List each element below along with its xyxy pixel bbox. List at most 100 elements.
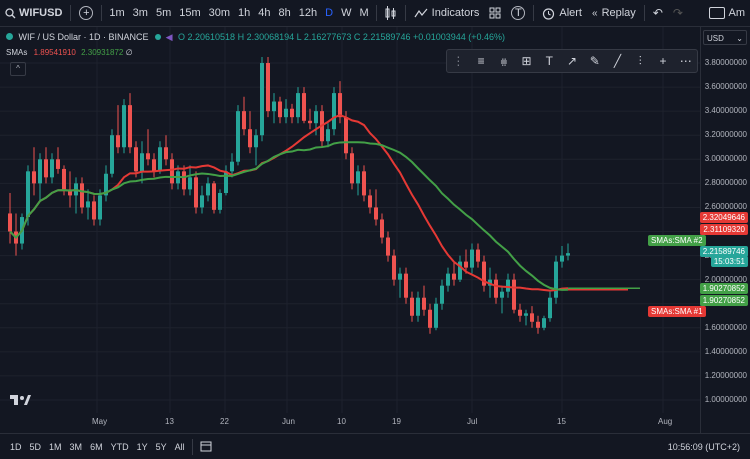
timeframe-3m[interactable]: 3m bbox=[129, 7, 152, 19]
timeframe-5m[interactable]: 5m bbox=[152, 7, 175, 19]
sma-legend-value-1: 1.89541910 bbox=[34, 48, 76, 57]
redo-button[interactable]: ↷ bbox=[668, 0, 688, 26]
candle-body bbox=[134, 147, 138, 171]
candle-body bbox=[506, 280, 510, 292]
candle bbox=[566, 244, 570, 261]
candle-body bbox=[92, 201, 96, 219]
candle bbox=[272, 93, 276, 123]
timeframe-1m[interactable]: 1m bbox=[105, 7, 128, 19]
indicators-button[interactable]: Indicators bbox=[409, 0, 485, 26]
candle-body bbox=[554, 262, 558, 298]
timeframe-30m[interactable]: 30m bbox=[205, 7, 234, 19]
timeframe-12h[interactable]: 12h bbox=[295, 7, 321, 19]
clock-timezone[interactable]: 10:56:09 (UTC+2) bbox=[664, 442, 744, 452]
goto-date-button[interactable] bbox=[196, 440, 216, 454]
candle-body bbox=[452, 274, 456, 280]
candle-body bbox=[122, 105, 126, 147]
candle-body bbox=[272, 102, 276, 112]
indicators-label: Indicators bbox=[432, 7, 480, 19]
symbol-search[interactable]: WIFUSD bbox=[0, 0, 67, 26]
text-tool-icon[interactable]: T bbox=[538, 54, 561, 68]
range-5y[interactable]: 5Y bbox=[152, 442, 171, 452]
timeframe-4h[interactable]: 4h bbox=[254, 7, 274, 19]
candle bbox=[80, 177, 84, 213]
time-axis[interactable]: May1322Jun1019Jul15Aug bbox=[0, 412, 700, 433]
candle bbox=[152, 153, 156, 177]
candle bbox=[128, 93, 132, 153]
publish-icon[interactable]: ◀ bbox=[166, 32, 173, 42]
cross-line-icon[interactable]: + bbox=[652, 54, 675, 68]
candle-body bbox=[140, 153, 144, 171]
candle-body bbox=[344, 117, 348, 153]
timeframe-8h[interactable]: 8h bbox=[275, 7, 295, 19]
divider bbox=[533, 5, 534, 21]
trend-lines-icon[interactable]: ≡ bbox=[470, 54, 493, 68]
timeframe-D[interactable]: D bbox=[321, 7, 337, 19]
vertical-line-icon[interactable]: ⫶ bbox=[629, 54, 652, 69]
timeframe-W[interactable]: W bbox=[337, 7, 355, 19]
candle-body bbox=[368, 195, 372, 207]
candle bbox=[332, 87, 336, 135]
sma2-price-label-bottom: 2.31109320 bbox=[700, 224, 748, 235]
candle-body bbox=[500, 292, 504, 298]
candle-body bbox=[116, 135, 120, 147]
candle bbox=[368, 189, 372, 213]
sma-legend-name: SMAs bbox=[6, 48, 27, 57]
candle-body bbox=[332, 93, 336, 129]
compare-symbol-button[interactable]: + bbox=[74, 0, 98, 26]
range-1m[interactable]: 1M bbox=[45, 442, 66, 452]
bottom-toolbar: 1D5D1M3M6MYTD1Y5YAll 10:56:09 (UTC+2) bbox=[0, 433, 750, 459]
collapse-icon[interactable] bbox=[6, 33, 13, 40]
candle-body bbox=[38, 159, 42, 183]
range-1d[interactable]: 1D bbox=[6, 442, 26, 452]
measure-icon[interactable]: ↗ bbox=[561, 54, 584, 68]
candle bbox=[122, 99, 126, 153]
indicators-icon bbox=[414, 7, 428, 19]
candle bbox=[422, 286, 426, 316]
candle-body bbox=[218, 193, 222, 210]
time-tick-label: 15 bbox=[557, 417, 566, 426]
redo-icon: ↷ bbox=[673, 6, 683, 20]
candle-body bbox=[338, 93, 342, 117]
currency-select[interactable]: USD ⌄ bbox=[703, 30, 747, 45]
undo-button[interactable]: ↶ bbox=[648, 0, 668, 26]
range-5d[interactable]: 5D bbox=[26, 442, 46, 452]
account-button[interactable]: Am bbox=[704, 0, 750, 26]
sma-legend[interactable]: SMAs 1.89541910 2.30931872 ∅ bbox=[6, 48, 133, 57]
chart-type-button[interactable] bbox=[380, 0, 402, 26]
templates-button[interactable]: T bbox=[506, 0, 530, 26]
range-3m[interactable]: 3M bbox=[66, 442, 87, 452]
candle-body bbox=[362, 171, 366, 195]
settings-dots-icon[interactable]: ⋯ bbox=[674, 54, 697, 68]
plus-icon: + bbox=[79, 6, 93, 20]
timeframe-1h[interactable]: 1h bbox=[234, 7, 254, 19]
layouts-button[interactable] bbox=[484, 0, 506, 26]
brush-icon[interactable]: ✎ bbox=[583, 54, 606, 68]
timeframe-15m[interactable]: 15m bbox=[175, 7, 204, 19]
divider bbox=[376, 5, 377, 21]
fib-tool-icon[interactable]: ⩷ bbox=[492, 54, 515, 69]
range-ytd[interactable]: YTD bbox=[107, 442, 133, 452]
collapse-legend-button[interactable]: ^ bbox=[10, 62, 26, 76]
range-1y[interactable]: 1Y bbox=[133, 442, 152, 452]
alert-button[interactable]: Alert bbox=[537, 0, 587, 26]
range-6m[interactable]: 6M bbox=[86, 442, 107, 452]
candle bbox=[236, 105, 240, 165]
candle-body bbox=[188, 177, 192, 189]
line-tool-icon[interactable]: ╱ bbox=[606, 54, 629, 68]
replay-button[interactable]: « Replay bbox=[587, 0, 641, 26]
candles bbox=[8, 57, 570, 334]
candle bbox=[212, 181, 216, 213]
price-chart[interactable] bbox=[0, 27, 700, 433]
patterns-icon[interactable]: ⊞ bbox=[515, 54, 538, 68]
drag-handle-icon[interactable]: ⋮ bbox=[447, 54, 470, 68]
candle-body bbox=[170, 159, 174, 183]
calendar-icon bbox=[200, 440, 212, 452]
candle-body bbox=[44, 159, 48, 177]
range-all[interactable]: All bbox=[171, 442, 189, 452]
candle bbox=[74, 177, 78, 213]
price-tick-label: 3.60000000 bbox=[705, 82, 747, 91]
candle bbox=[146, 129, 150, 165]
timeframe-M[interactable]: M bbox=[356, 7, 373, 19]
sma1-tag: SMAs:SMA #1 bbox=[648, 306, 706, 317]
